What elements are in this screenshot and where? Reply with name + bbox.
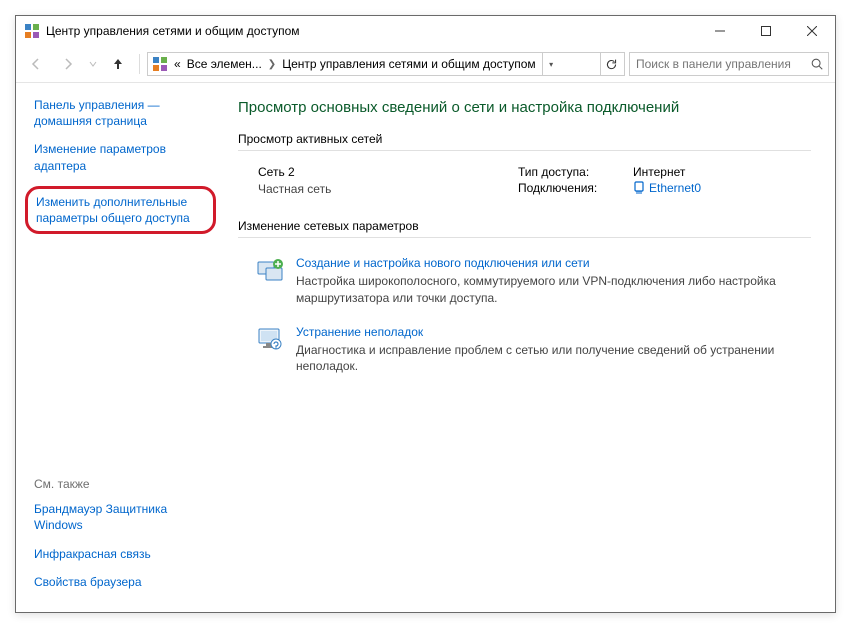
page-heading: Просмотр основных сведений о сети и наст… [238,99,811,116]
titlebar: Центр управления сетями и общим доступом [16,16,835,46]
control-panel-icon [152,56,168,72]
connection-adapter-link[interactable]: Ethernet0 [633,181,701,195]
forward-button[interactable] [54,50,82,78]
active-network-row: Сеть 2 Частная сеть Тип доступа: Интерне… [238,161,811,211]
network-details: Тип доступа: Интернет Подключения: Ether… [518,165,811,197]
sidebar-adapter-settings-link[interactable]: Изменение параметров адаптера [34,141,212,173]
network-info: Сеть 2 Частная сеть [258,165,518,197]
access-type-value: Интернет [633,165,685,179]
search-input[interactable] [634,56,810,72]
task-troubleshoot: Устранение неполадок Диагностика и испра… [238,317,811,386]
task-troubleshoot-desc: Диагностика и исправление проблем с сеть… [296,342,811,376]
recent-locations-button[interactable] [86,50,100,78]
search-icon[interactable] [810,57,824,71]
address-history-dropdown[interactable]: ▾ [542,53,560,75]
ethernet-icon [633,181,645,195]
access-type-label: Тип доступа: [518,165,633,179]
body: Панель управления — домашняя страница Из… [16,82,835,612]
sidebar-home-link[interactable]: Панель управления — домашняя страница [34,97,212,129]
up-button[interactable] [104,50,132,78]
sidebar: Панель управления — домашняя страница Из… [16,83,224,612]
adapter-name: Ethernet0 [649,181,701,195]
sidebar-infrared-link[interactable]: Инфракрасная связь [34,546,212,562]
network-type: Частная сеть [258,182,518,196]
spacer [34,246,212,477]
breadcrumb-item[interactable]: Центр управления сетями и общим доступом [282,57,536,71]
minimize-button[interactable] [697,16,743,46]
chevron-right-icon[interactable]: ❯ [268,59,276,70]
active-networks-heading: Просмотр активных сетей [238,132,811,146]
maximize-button[interactable] [743,16,789,46]
task-new-connection-desc: Настройка широкополосного, коммутируемог… [296,273,811,307]
separator [139,54,140,74]
see-also-heading: См. также [34,477,212,491]
navbar: « Все элемен... ❯ Центр управления сетям… [16,46,835,82]
change-settings-heading: Изменение сетевых параметров [238,219,811,233]
divider [238,237,811,238]
troubleshoot-icon [256,325,284,353]
refresh-button[interactable] [600,53,622,75]
window-controls [697,16,835,46]
task-new-connection-link[interactable]: Создание и настройка нового подключения … [296,256,811,270]
breadcrumb-root-chevrons[interactable]: « [174,57,181,71]
close-button[interactable] [789,16,835,46]
content: Просмотр основных сведений о сети и наст… [224,83,835,612]
back-button[interactable] [22,50,50,78]
sidebar-firewall-link[interactable]: Брандмауэр Защитника Windows [34,501,212,533]
new-connection-icon [256,256,284,284]
connections-label: Подключения: [518,181,633,195]
sidebar-advanced-sharing-link[interactable]: Изменить дополнительные параметры общего… [25,186,216,234]
task-new-connection: Создание и настройка нового подключения … [238,248,811,317]
sidebar-browser-props-link[interactable]: Свойства браузера [34,574,212,590]
address-bar[interactable]: « Все элемен... ❯ Центр управления сетям… [147,52,625,76]
divider [238,150,811,151]
task-troubleshoot-link[interactable]: Устранение неполадок [296,325,811,339]
window: Центр управления сетями и общим доступом [15,15,836,613]
network-center-icon [24,23,40,39]
window-title: Центр управления сетями и общим доступом [46,24,697,38]
search-box[interactable] [629,52,829,76]
breadcrumb-item[interactable]: Все элемен... [187,57,262,71]
network-name: Сеть 2 [258,165,518,179]
